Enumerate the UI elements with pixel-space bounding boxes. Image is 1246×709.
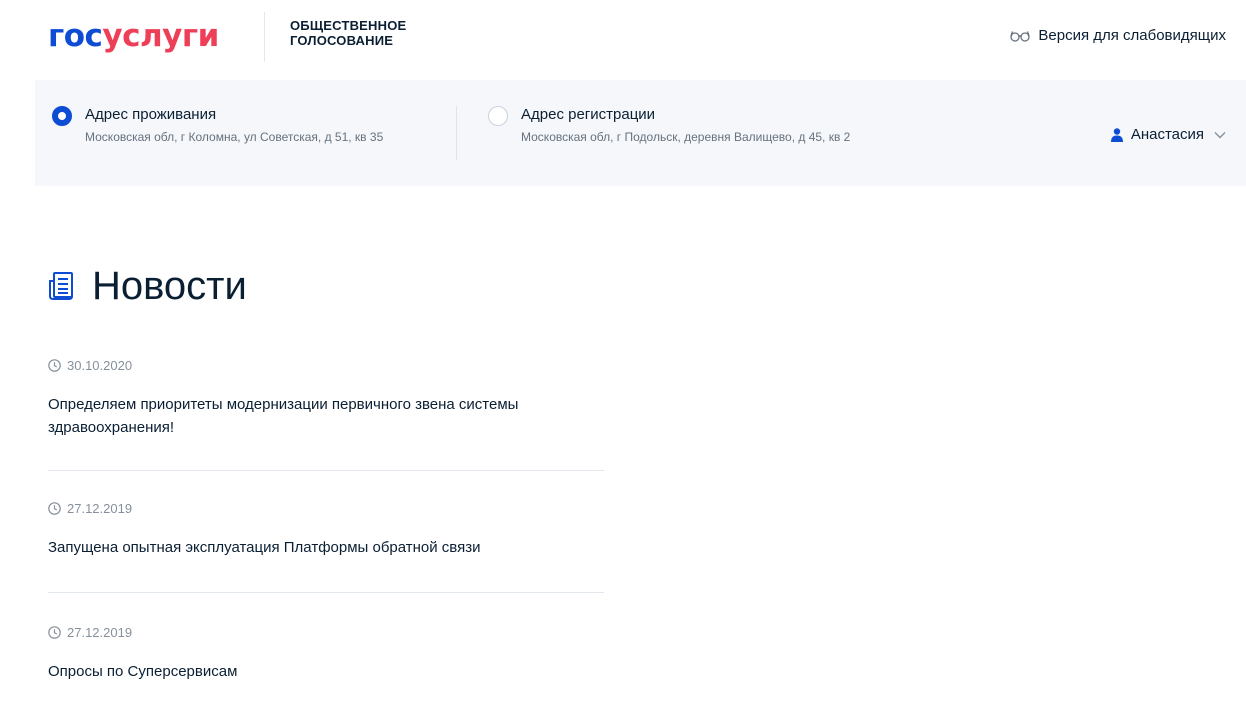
news-divider: [48, 470, 604, 471]
registration-label: Адрес регистрации: [521, 106, 656, 123]
news-date-text: 27.12.2019: [67, 500, 133, 516]
news-item[interactable]: 30.10.2020 Определяем приоритеты модерни…: [48, 357, 604, 439]
service-name: ОБЩЕСТВЕННОЕ ГОЛОСОВАНИЕ: [290, 18, 406, 48]
header: госуслуги ОБЩЕСТВЕННОЕ ГОЛОСОВАНИЕ Верси…: [0, 0, 1246, 80]
clock-icon: [48, 358, 61, 372]
news-heading: Новости: [48, 262, 247, 310]
news-link[interactable]: Запущена опытная эксплуатация Платформы …: [48, 536, 604, 559]
accessibility-version-link[interactable]: Версия для слабовидящих: [1010, 27, 1226, 44]
logo-text-part2: услуги: [102, 18, 219, 54]
service-name-line2: ГОЛОСОВАНИЕ: [290, 33, 394, 48]
news-link[interactable]: Опросы по Суперсервисам: [48, 660, 604, 683]
glasses-icon: [1010, 30, 1031, 42]
news-date-text: 30.10.2020: [67, 357, 133, 373]
page-title: Новости: [92, 264, 247, 308]
user-name: Анастасия: [1130, 126, 1204, 143]
news-date: 27.12.2019: [48, 624, 604, 640]
news-divider: [48, 592, 604, 593]
user-menu[interactable]: Анастасия: [1110, 126, 1226, 143]
news-item[interactable]: 27.12.2019 Запущена опытная эксплуатация…: [48, 500, 604, 559]
registration-radio[interactable]: [488, 106, 508, 126]
accessibility-label: Версия для слабовидящих: [1038, 27, 1226, 44]
residence-radio[interactable]: [52, 106, 72, 126]
news-link[interactable]: Определяем приоритеты модернизации перви…: [48, 393, 604, 439]
news-item[interactable]: 27.12.2019 Опросы по Суперсервисам: [48, 624, 604, 683]
clock-icon: [48, 625, 61, 639]
gosuslugi-logo[interactable]: госуслуги: [48, 18, 219, 54]
news-date: 27.12.2019: [48, 500, 604, 516]
logo-divider: [264, 12, 265, 62]
address-bar: Адрес проживания Московская обл, г Колом…: [35, 80, 1246, 186]
clock-icon: [48, 501, 61, 515]
news-date: 30.10.2020: [48, 357, 604, 373]
residence-address-value: Московская обл, г Коломна, ул Советская,…: [85, 130, 384, 144]
registration-address-value: Московская обл, г Подольск, деревня Вали…: [521, 130, 851, 144]
newspaper-icon: [49, 272, 73, 300]
user-icon: [1110, 127, 1123, 142]
chevron-down-icon: [1214, 131, 1226, 138]
news-date-text: 27.12.2019: [67, 624, 133, 640]
residence-label: Адрес проживания: [85, 106, 217, 123]
service-name-line1: ОБЩЕСТВЕННОЕ: [290, 18, 407, 33]
logo-text-part1: гос: [48, 18, 103, 54]
address-divider: [456, 106, 457, 160]
